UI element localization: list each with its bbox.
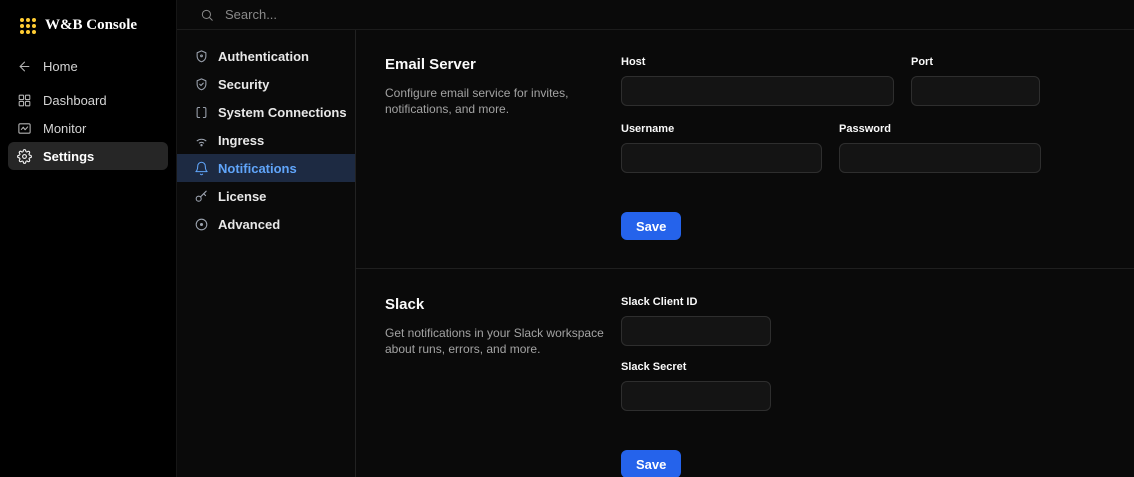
host-label: Host bbox=[621, 56, 646, 68]
password-field: Password bbox=[839, 123, 1041, 173]
key-icon bbox=[194, 189, 209, 204]
settings-nav: Authentication Security System Connectio… bbox=[177, 30, 356, 477]
settings-nav-item-license[interactable]: License bbox=[177, 182, 355, 210]
host-input[interactable] bbox=[621, 76, 894, 106]
password-input[interactable] bbox=[839, 143, 1041, 173]
slack-client-id-label: Slack Client ID bbox=[621, 296, 698, 308]
sidebar-nav: Home Dashboard Monitor Settings bbox=[0, 52, 176, 170]
email-save-button[interactable]: Save bbox=[621, 212, 682, 240]
wifi-icon bbox=[194, 133, 209, 148]
search-bar bbox=[177, 0, 1134, 30]
settings-main-panel: Email Server Configure email service for… bbox=[356, 30, 1134, 477]
slack-form: Slack Client ID Slack Secret Save bbox=[621, 296, 1134, 477]
settings-nav-item-notifications[interactable]: Notifications bbox=[177, 154, 355, 182]
sidebar-item-label: Dashboard bbox=[43, 92, 107, 108]
sidebar-item-home[interactable]: Home bbox=[8, 52, 168, 80]
section-description: Configure email service for invites, not… bbox=[385, 86, 569, 116]
main-sidebar: W&B Console Home Dashboard Monitor Setti… bbox=[0, 0, 177, 477]
app-root: W&B Console Home Dashboard Monitor Setti… bbox=[0, 0, 1134, 477]
section-description: Get notifications in your Slack workspac… bbox=[385, 326, 604, 356]
settings-nav-label: Security bbox=[218, 76, 270, 92]
brand: W&B Console bbox=[0, 0, 176, 52]
settings-nav-item-authentication[interactable]: Authentication bbox=[177, 42, 355, 70]
settings-nav-label: Advanced bbox=[218, 216, 281, 232]
content-row: Authentication Security System Connectio… bbox=[177, 30, 1134, 477]
username-label: Username bbox=[621, 123, 675, 135]
settings-nav-label: License bbox=[218, 188, 267, 204]
port-field: Port bbox=[911, 56, 1040, 106]
slack-secret-field: Slack Secret bbox=[621, 361, 771, 411]
gear-icon bbox=[17, 148, 32, 164]
search-icon bbox=[200, 8, 214, 22]
settings-nav-item-system-connections[interactable]: System Connections bbox=[177, 98, 355, 126]
settings-nav-item-advanced[interactable]: Advanced bbox=[177, 210, 355, 238]
email-server-section: Email Server Configure email service for… bbox=[356, 30, 1134, 268]
sidebar-item-label: Home bbox=[43, 58, 78, 74]
shield-check-icon bbox=[194, 77, 209, 92]
monitor-chart-icon bbox=[17, 121, 32, 136]
arrow-left-icon bbox=[17, 59, 32, 74]
email-server-info: Email Server Configure email service for… bbox=[385, 56, 621, 240]
settings-nav-label: Ingress bbox=[218, 132, 265, 148]
slack-section: Slack Get notifications in your Slack wo… bbox=[356, 268, 1134, 477]
port-label: Port bbox=[911, 56, 933, 68]
settings-nav-label: System Connections bbox=[218, 104, 347, 120]
section-title: Slack bbox=[385, 296, 425, 313]
circle-dot-icon bbox=[194, 217, 209, 232]
sidebar-item-monitor[interactable]: Monitor bbox=[8, 114, 168, 142]
slack-info: Slack Get notifications in your Slack wo… bbox=[385, 296, 621, 477]
sidebar-item-label: Settings bbox=[43, 148, 95, 164]
wandb-logo-icon bbox=[20, 17, 36, 34]
app-title: W&B Console bbox=[45, 17, 138, 33]
email-server-form: Host Port Username Password Save bbox=[621, 56, 1134, 240]
password-label: Password bbox=[839, 123, 891, 135]
sidebar-item-settings[interactable]: Settings bbox=[8, 142, 168, 170]
brackets-icon bbox=[194, 105, 209, 120]
form-row: Username Password bbox=[621, 123, 1134, 173]
slack-client-id-field: Slack Client ID bbox=[621, 296, 771, 346]
port-input[interactable] bbox=[911, 76, 1040, 106]
sidebar-item-label: Monitor bbox=[43, 120, 87, 136]
host-field: Host bbox=[621, 56, 894, 106]
slack-secret-label: Slack Secret bbox=[621, 361, 687, 373]
section-title: Email Server bbox=[385, 56, 476, 73]
search-input[interactable] bbox=[223, 6, 523, 23]
bell-icon bbox=[194, 161, 209, 176]
form-row: Host Port bbox=[621, 56, 1134, 106]
slack-secret-input[interactable] bbox=[621, 381, 771, 411]
shield-icon bbox=[194, 49, 209, 64]
settings-nav-item-security[interactable]: Security bbox=[177, 70, 355, 98]
username-field: Username bbox=[621, 123, 822, 173]
right-area: Authentication Security System Connectio… bbox=[177, 0, 1134, 477]
grid-icon bbox=[17, 93, 32, 108]
settings-nav-item-ingress[interactable]: Ingress bbox=[177, 126, 355, 154]
username-input[interactable] bbox=[621, 143, 822, 173]
slack-client-id-input[interactable] bbox=[621, 316, 771, 346]
sidebar-item-dashboard[interactable]: Dashboard bbox=[8, 86, 168, 114]
settings-nav-label: Authentication bbox=[218, 48, 309, 64]
slack-save-button[interactable]: Save bbox=[621, 450, 682, 477]
settings-nav-label: Notifications bbox=[218, 160, 297, 176]
